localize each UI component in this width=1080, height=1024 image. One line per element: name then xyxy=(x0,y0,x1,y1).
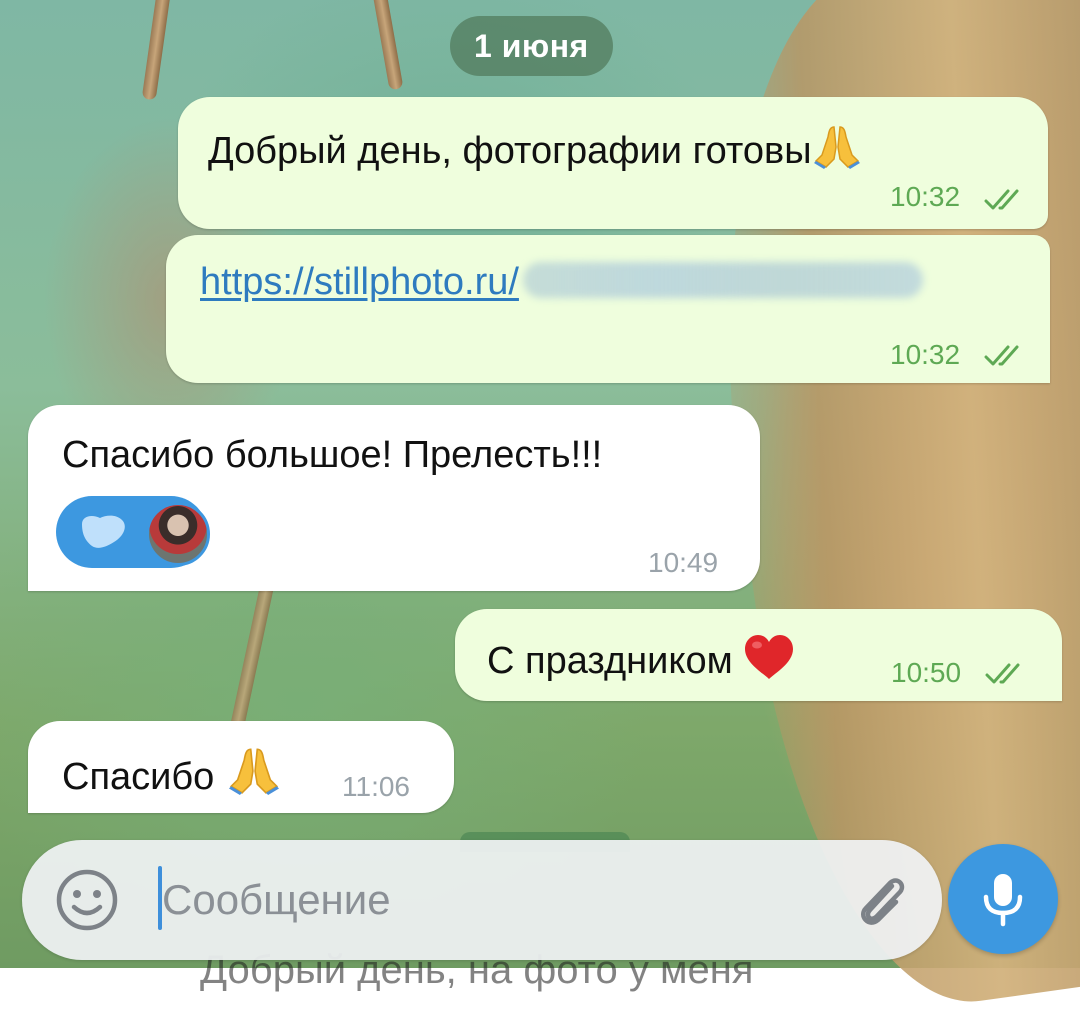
message-time: 10:32 xyxy=(890,339,961,370)
wallpaper-vine xyxy=(370,0,404,91)
message-text-content: Добрый день, фотографии готовы xyxy=(208,130,812,172)
message-text: С праздником xyxy=(487,633,795,683)
message-time: 10:49 xyxy=(648,547,719,578)
message-text-content: С праздником xyxy=(487,640,744,682)
message-time: 11:06 xyxy=(342,771,410,802)
double-check-icon xyxy=(984,345,1019,366)
reaction-avatar xyxy=(146,502,210,566)
microphone-icon xyxy=(983,874,1023,927)
message-bubble-incoming[interactable]: Спасибо большое! Прелесть!!! 10:49 xyxy=(28,405,760,591)
double-check-icon xyxy=(985,663,1020,684)
message-bubble-outgoing[interactable]: С праздником 10:50 xyxy=(455,609,1062,701)
red-heart-icon xyxy=(745,635,794,679)
microphone-button[interactable] xyxy=(948,844,1058,954)
message-bubble-outgoing[interactable]: https://stillphoto.ru/ 10:32 xyxy=(166,235,1050,383)
folded-hands-icon xyxy=(228,748,279,795)
link-url[interactable]: https://stillphoto.ru/ xyxy=(200,261,519,303)
message-link[interactable]: https://stillphoto.ru/ xyxy=(200,261,923,311)
message-time: 10:32 xyxy=(890,181,961,212)
message-text: Спасибо большое! Прелесть!!! xyxy=(62,434,603,476)
paperclip-icon[interactable] xyxy=(848,866,916,934)
reaction-chip[interactable] xyxy=(56,496,210,568)
reaction-heart-icon xyxy=(82,515,125,548)
emoji-icon[interactable] xyxy=(52,865,122,935)
message-text-content: Спасибо xyxy=(62,756,225,798)
wallpaper-vine xyxy=(141,0,173,101)
message-input[interactable] xyxy=(158,862,782,938)
message-text: Добрый день, фотографии готовы xyxy=(208,123,862,173)
message-bubble-incoming[interactable]: Спасибо 11:06 xyxy=(28,721,454,813)
link-blurred-part xyxy=(522,262,923,298)
folded-hands-icon xyxy=(813,126,860,169)
message-composer xyxy=(22,840,942,960)
message-time: 10:50 xyxy=(891,657,962,688)
double-check-icon xyxy=(984,189,1019,210)
message-text: Спасибо xyxy=(62,745,283,799)
date-separator: 1 июня xyxy=(450,16,613,76)
message-bubble-outgoing[interactable]: Добрый день, фотографии готовы 10:32 xyxy=(178,97,1048,229)
